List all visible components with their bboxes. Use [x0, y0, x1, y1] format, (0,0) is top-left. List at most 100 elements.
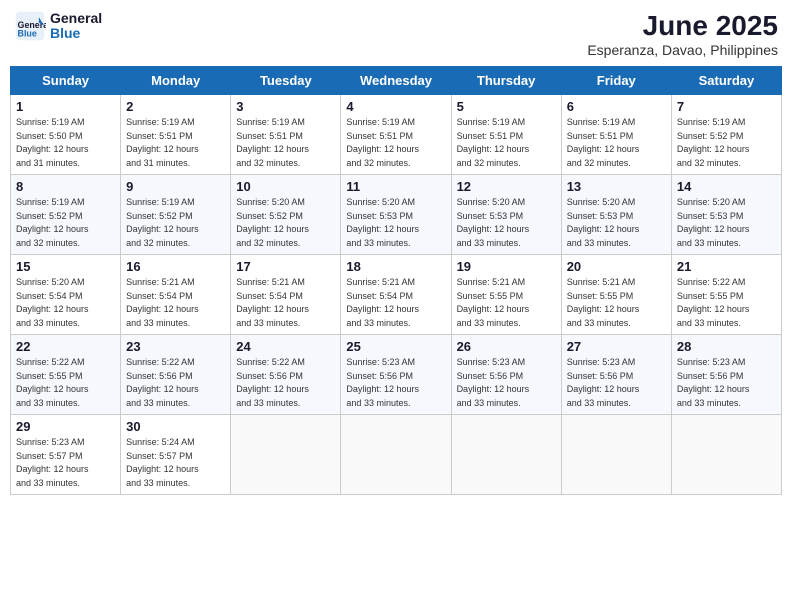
header: General Blue General Blue June 2025 Espe… [10, 10, 782, 58]
day-number: 20 [567, 259, 666, 274]
day-cell: 20 Sunrise: 5:21 AM Sunset: 5:55 PM Dayli… [561, 255, 671, 335]
calendar-subtitle: Esperanza, Davao, Philippines [587, 42, 778, 58]
day-cell: 22Sunrise: 5:22 AM Sunset: 5:55 PM Dayli… [11, 335, 121, 415]
svg-text:Blue: Blue [18, 29, 37, 39]
day-number: 2 [126, 99, 225, 114]
day-info: Sunrise: 5:20 AM Sunset: 5:52 PM Dayligh… [236, 196, 335, 250]
day-cell [671, 415, 781, 495]
day-cell: 27 Sunrise: 5:23 AM Sunset: 5:56 PM Dayli… [561, 335, 671, 415]
day-cell: 18 Sunrise: 5:21 AM Sunset: 5:54 PM Dayli… [341, 255, 451, 335]
day-number: 11 [346, 179, 445, 194]
day-cell [231, 415, 341, 495]
logo-line2: Blue [50, 26, 102, 41]
day-number: 28 [677, 339, 776, 354]
logo-line1: General [50, 11, 102, 26]
day-number: 12 [457, 179, 556, 194]
day-cell [451, 415, 561, 495]
day-number: 1 [16, 99, 115, 114]
day-info: Sunrise: 5:20 AM Sunset: 5:53 PM Dayligh… [346, 196, 445, 250]
day-info: Sunrise: 5:19 AM Sunset: 5:51 PM Dayligh… [346, 116, 445, 170]
day-cell: 4 Sunrise: 5:19 AM Sunset: 5:51 PM Daylig… [341, 95, 451, 175]
title-area: June 2025 Esperanza, Davao, Philippines [587, 10, 778, 58]
day-number: 17 [236, 259, 335, 274]
day-cell: 12 Sunrise: 5:20 AM Sunset: 5:53 PM Dayli… [451, 175, 561, 255]
calendar-title: June 2025 [587, 10, 778, 42]
day-info: Sunrise: 5:22 AM Sunset: 5:56 PM Dayligh… [236, 356, 335, 410]
col-header-saturday: Saturday [671, 67, 781, 95]
day-cell: 30Sunrise: 5:24 AM Sunset: 5:57 PM Dayli… [121, 415, 231, 495]
day-cell: 6 Sunrise: 5:19 AM Sunset: 5:51 PM Daylig… [561, 95, 671, 175]
day-number: 16 [126, 259, 225, 274]
calendar-table: SundayMondayTuesdayWednesdayThursdayFrid… [10, 66, 782, 495]
day-cell: 13 Sunrise: 5:20 AM Sunset: 5:53 PM Dayli… [561, 175, 671, 255]
day-number: 26 [457, 339, 556, 354]
day-number: 15 [16, 259, 115, 274]
day-info: Sunrise: 5:24 AM Sunset: 5:57 PM Dayligh… [126, 436, 225, 490]
day-number: 6 [567, 99, 666, 114]
day-cell: 1 Sunrise: 5:19 AM Sunset: 5:50 PM Daylig… [11, 95, 121, 175]
day-cell: 9Sunrise: 5:19 AM Sunset: 5:52 PM Daylig… [121, 175, 231, 255]
day-number: 23 [126, 339, 225, 354]
day-cell: 29 Sunrise: 5:23 AM Sunset: 5:57 PM Dayli… [11, 415, 121, 495]
day-info: Sunrise: 5:22 AM Sunset: 5:56 PM Dayligh… [126, 356, 225, 410]
day-cell: 15 Sunrise: 5:20 AM Sunset: 5:54 PM Dayli… [11, 255, 121, 335]
day-info: Sunrise: 5:22 AM Sunset: 5:55 PM Dayligh… [16, 356, 115, 410]
day-number: 14 [677, 179, 776, 194]
day-info: Sunrise: 5:19 AM Sunset: 5:51 PM Dayligh… [567, 116, 666, 170]
day-number: 25 [346, 339, 445, 354]
day-number: 21 [677, 259, 776, 274]
day-number: 9 [126, 179, 225, 194]
day-cell: 14 Sunrise: 5:20 AM Sunset: 5:53 PM Dayli… [671, 175, 781, 255]
day-cell: 19Sunrise: 5:21 AM Sunset: 5:55 PM Dayli… [451, 255, 561, 335]
day-cell: 25Sunrise: 5:23 AM Sunset: 5:56 PM Dayli… [341, 335, 451, 415]
day-info: Sunrise: 5:20 AM Sunset: 5:53 PM Dayligh… [457, 196, 556, 250]
day-info: Sunrise: 5:20 AM Sunset: 5:53 PM Dayligh… [567, 196, 666, 250]
logo: General Blue General Blue [14, 10, 102, 42]
day-info: Sunrise: 5:19 AM Sunset: 5:50 PM Dayligh… [16, 116, 115, 170]
day-info: Sunrise: 5:23 AM Sunset: 5:56 PM Dayligh… [567, 356, 666, 410]
day-cell: 23 Sunrise: 5:22 AM Sunset: 5:56 PM Dayli… [121, 335, 231, 415]
day-number: 8 [16, 179, 115, 194]
col-header-tuesday: Tuesday [231, 67, 341, 95]
day-info: Sunrise: 5:23 AM Sunset: 5:56 PM Dayligh… [457, 356, 556, 410]
logo-icon: General Blue [14, 10, 46, 42]
day-number: 7 [677, 99, 776, 114]
day-info: Sunrise: 5:21 AM Sunset: 5:55 PM Dayligh… [567, 276, 666, 330]
day-number: 13 [567, 179, 666, 194]
week-row-3: 15 Sunrise: 5:20 AM Sunset: 5:54 PM Dayli… [11, 255, 782, 335]
day-info: Sunrise: 5:21 AM Sunset: 5:54 PM Dayligh… [126, 276, 225, 330]
day-number: 10 [236, 179, 335, 194]
day-cell [341, 415, 451, 495]
day-info: Sunrise: 5:21 AM Sunset: 5:54 PM Dayligh… [236, 276, 335, 330]
day-number: 18 [346, 259, 445, 274]
day-info: Sunrise: 5:21 AM Sunset: 5:54 PM Dayligh… [346, 276, 445, 330]
day-cell: 26 Sunrise: 5:23 AM Sunset: 5:56 PM Dayli… [451, 335, 561, 415]
day-cell: 17 Sunrise: 5:21 AM Sunset: 5:54 PM Dayli… [231, 255, 341, 335]
day-number: 5 [457, 99, 556, 114]
day-info: Sunrise: 5:19 AM Sunset: 5:51 PM Dayligh… [126, 116, 225, 170]
day-info: Sunrise: 5:23 AM Sunset: 5:56 PM Dayligh… [677, 356, 776, 410]
day-info: Sunrise: 5:21 AM Sunset: 5:55 PM Dayligh… [457, 276, 556, 330]
day-number: 4 [346, 99, 445, 114]
day-number: 29 [16, 419, 115, 434]
day-info: Sunrise: 5:19 AM Sunset: 5:52 PM Dayligh… [16, 196, 115, 250]
col-header-monday: Monday [121, 67, 231, 95]
day-info: Sunrise: 5:20 AM Sunset: 5:53 PM Dayligh… [677, 196, 776, 250]
week-row-1: 1 Sunrise: 5:19 AM Sunset: 5:50 PM Daylig… [11, 95, 782, 175]
day-cell: 5 Sunrise: 5:19 AM Sunset: 5:51 PM Daylig… [451, 95, 561, 175]
day-info: Sunrise: 5:19 AM Sunset: 5:52 PM Dayligh… [677, 116, 776, 170]
week-row-5: 29 Sunrise: 5:23 AM Sunset: 5:57 PM Dayli… [11, 415, 782, 495]
week-row-2: 8 Sunrise: 5:19 AM Sunset: 5:52 PM Daylig… [11, 175, 782, 255]
col-header-wednesday: Wednesday [341, 67, 451, 95]
week-row-4: 22Sunrise: 5:22 AM Sunset: 5:55 PM Dayli… [11, 335, 782, 415]
day-cell: 11 Sunrise: 5:20 AM Sunset: 5:53 PM Dayli… [341, 175, 451, 255]
header-row: SundayMondayTuesdayWednesdayThursdayFrid… [11, 67, 782, 95]
day-cell: 7 Sunrise: 5:19 AM Sunset: 5:52 PM Daylig… [671, 95, 781, 175]
day-info: Sunrise: 5:23 AM Sunset: 5:57 PM Dayligh… [16, 436, 115, 490]
day-info: Sunrise: 5:20 AM Sunset: 5:54 PM Dayligh… [16, 276, 115, 330]
day-number: 27 [567, 339, 666, 354]
day-info: Sunrise: 5:19 AM Sunset: 5:51 PM Dayligh… [236, 116, 335, 170]
day-cell [561, 415, 671, 495]
day-cell: 8 Sunrise: 5:19 AM Sunset: 5:52 PM Daylig… [11, 175, 121, 255]
day-info: Sunrise: 5:19 AM Sunset: 5:51 PM Dayligh… [457, 116, 556, 170]
